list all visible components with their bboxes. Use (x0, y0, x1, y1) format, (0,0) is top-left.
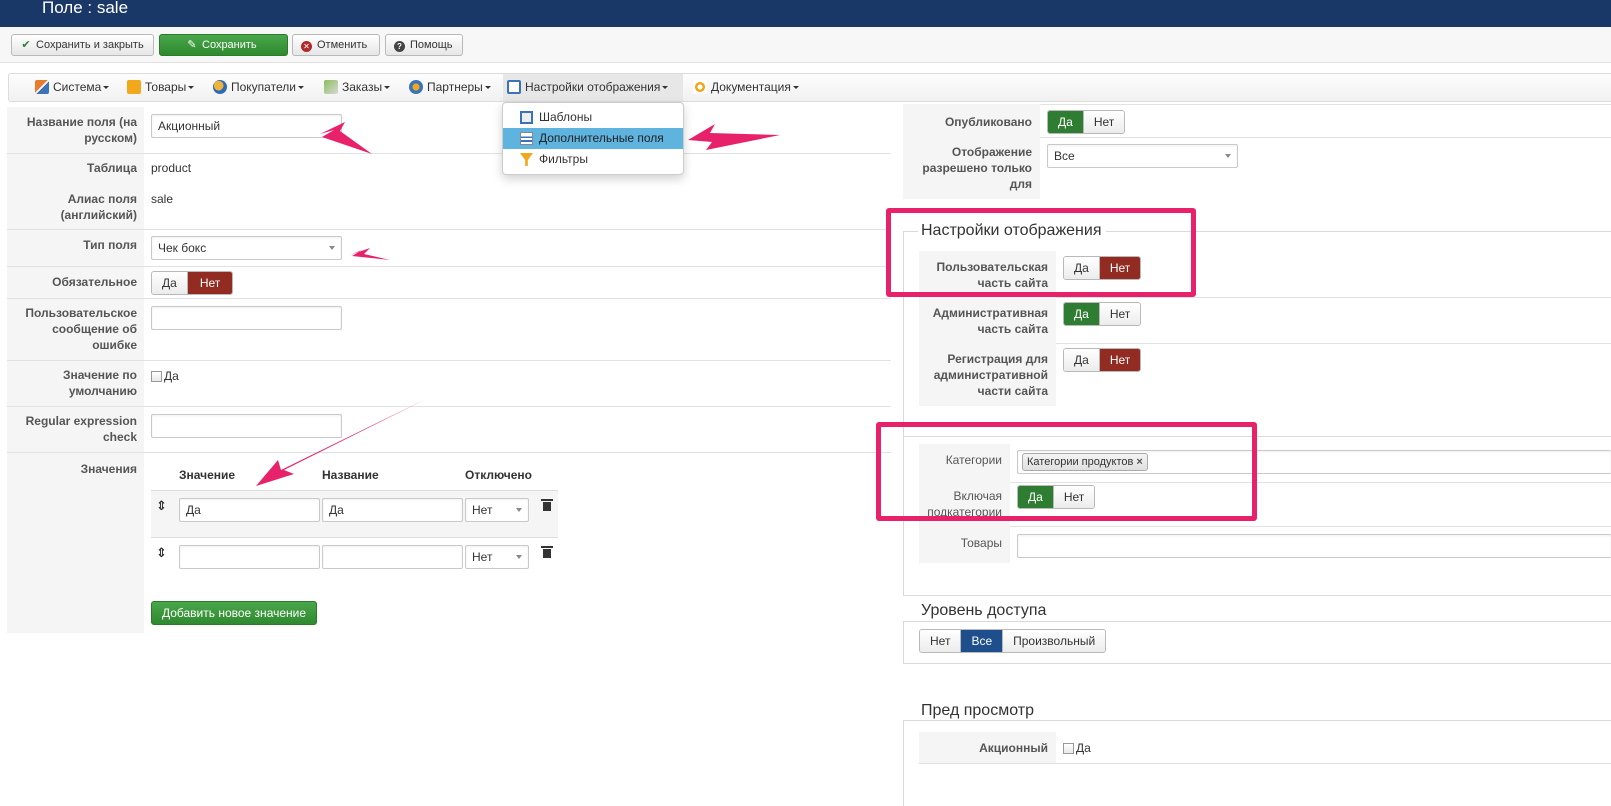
annotation-arrow (350, 248, 390, 260)
annotation-arrow (320, 122, 372, 154)
annotation-arrows (256, 122, 780, 486)
annotation-arrow (256, 399, 426, 486)
annotation-arrow (688, 124, 780, 150)
